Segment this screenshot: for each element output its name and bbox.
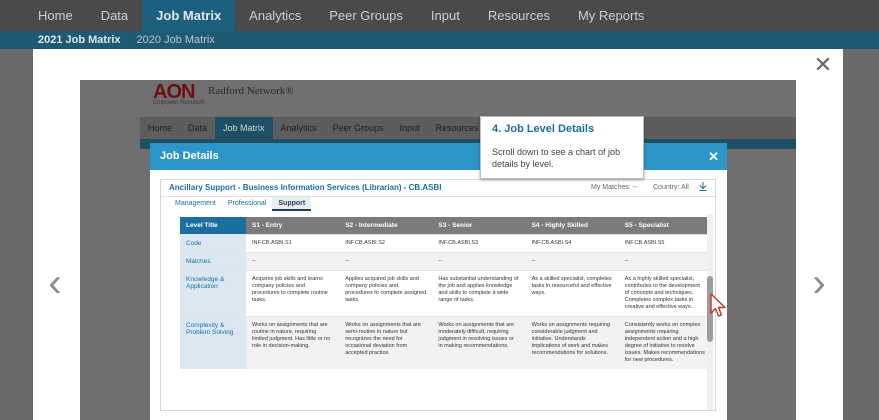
inner-nav-resources: Resources	[435, 123, 479, 133]
table-header-row: Level Title S1 - Entry S2 - Intermediate…	[180, 217, 712, 235]
app-header: AON Empower Results® Radford Network®	[80, 80, 796, 116]
table-cell: Works on assignments requiring considera…	[525, 316, 619, 369]
close-icon[interactable]: ✕	[813, 54, 833, 76]
inner-navigation: Home Data Job Matrix Analytics Peer Grou…	[140, 117, 796, 139]
column-header: S4 - Highly Skilled	[525, 217, 619, 235]
table-cell: Works on assignments that are moderately…	[432, 316, 526, 369]
table-cell: Works on assignments that are semi-routi…	[339, 316, 433, 369]
inner-nav-data: Data	[188, 123, 208, 133]
nav-input[interactable]: Input	[417, 0, 474, 31]
table-cell: Applies acquired job skills and company …	[339, 270, 433, 317]
nav-job-matrix[interactable]: Job Matrix	[142, 0, 236, 31]
row-label: Knowledge & Application	[180, 270, 246, 317]
table-row: Matches -- -- -- -- --	[180, 252, 712, 271]
column-header: S5 - Specialist	[618, 217, 712, 235]
table-cell: Acquires job skills and learns company p…	[246, 270, 340, 317]
nav-my-reports[interactable]: My Reports	[564, 0, 658, 31]
my-matches-label: My Matches: --	[591, 184, 638, 191]
aon-tagline: Empower Results®	[153, 100, 205, 106]
table-row: Knowledge & Application Acquires job ski…	[180, 270, 712, 317]
table-cell: INF.CB.ASBI.S4	[525, 234, 619, 253]
table-cell: --	[339, 252, 433, 271]
inner-nav-home: Home	[148, 123, 173, 133]
subnav-2020-job-matrix[interactable]: 2020 Job Matrix	[129, 31, 223, 49]
top-navigation: Home Data Job Matrix Analytics Peer Grou…	[0, 0, 879, 31]
row-label: Matches	[180, 252, 246, 271]
tab-support[interactable]: Support	[272, 197, 312, 211]
tutorial-tooltip: 4. Job Level Details Scroll down to see …	[480, 116, 644, 179]
table-cell: --	[246, 252, 340, 271]
download-icon[interactable]	[699, 182, 707, 193]
mouse-cursor-icon	[709, 293, 727, 319]
previous-slide-icon[interactable]: ‹	[44, 263, 66, 303]
inner-nav-analytics: Analytics	[280, 123, 317, 133]
job-details-modal: Job Details ✕ Ancillary Support - Busine…	[150, 143, 727, 420]
job-details-panel: Ancillary Support - Business Information…	[160, 179, 716, 411]
tooltip-title: 4. Job Level Details	[492, 123, 595, 135]
column-header: S1 - Entry	[246, 217, 340, 235]
subnav-2021-job-matrix[interactable]: 2021 Job Matrix	[0, 31, 129, 49]
nav-home[interactable]: Home	[0, 0, 87, 31]
nav-resources[interactable]: Resources	[474, 0, 564, 31]
job-level-table: Level Title S1 - Entry S2 - Intermediate…	[180, 217, 712, 369]
column-header: S3 - Senior	[432, 217, 526, 235]
tooltip-body: Scroll down to see a chart of job detail…	[492, 147, 621, 169]
table-cell: INF.CB.ASBI.S1	[246, 234, 340, 253]
row-label: Code	[180, 234, 246, 253]
table-row: Complexity & Problem Solving Works on as…	[180, 316, 712, 369]
job-details-close-icon[interactable]: ✕	[708, 143, 719, 170]
table-cell: --	[432, 252, 526, 271]
nav-data[interactable]: Data	[87, 0, 142, 31]
nav-peer-groups[interactable]: Peer Groups	[315, 0, 417, 31]
tab-management[interactable]: Management	[169, 197, 222, 211]
table-cell: INF.CB.ASBI.S3	[432, 234, 526, 253]
job-title: Ancillary Support - Business Information…	[169, 183, 442, 192]
table-cell: Consistently works on complex assignment…	[618, 316, 712, 369]
column-header: S2 - Intermediate	[339, 217, 433, 235]
radford-network-title: Radford Network®	[208, 85, 294, 97]
column-header: Level Title	[180, 217, 246, 235]
job-details-title: Job Details	[160, 150, 219, 162]
sub-navigation: 2021 Job Matrix 2020 Job Matrix	[0, 31, 879, 49]
table-cell: Has substantial understanding of the job…	[432, 270, 526, 317]
table-cell: INF.CB.ASBI.S5	[618, 234, 712, 253]
job-family-tabs: Management Professional Support	[169, 197, 312, 211]
table-cell: As a skilled specialist, completes tasks…	[525, 270, 619, 317]
job-title-row: Ancillary Support - Business Information…	[161, 180, 715, 197]
inner-nav-peer-groups: Peer Groups	[332, 123, 384, 133]
country-filter[interactable]: Country: All	[653, 184, 689, 191]
table-cell: Works on assignments that are routine in…	[246, 316, 340, 369]
inner-nav-input: Input	[399, 123, 420, 133]
tab-professional[interactable]: Professional	[222, 197, 273, 211]
next-slide-icon[interactable]: ›	[808, 263, 830, 303]
inner-nav-job-matrix: Job Matrix	[215, 117, 273, 139]
table-cell: --	[618, 252, 712, 271]
table-row: Code INF.CB.ASBI.S1 INF.CB.ASBI.S2 INF.C…	[180, 234, 712, 253]
table-cell: As a highly skilled specialist, contribu…	[618, 270, 712, 317]
row-label: Complexity & Problem Solving	[180, 316, 246, 369]
nav-analytics[interactable]: Analytics	[235, 0, 315, 31]
table-cell: --	[525, 252, 619, 271]
table-cell: INF.CB.ASBI.S2	[339, 234, 433, 253]
